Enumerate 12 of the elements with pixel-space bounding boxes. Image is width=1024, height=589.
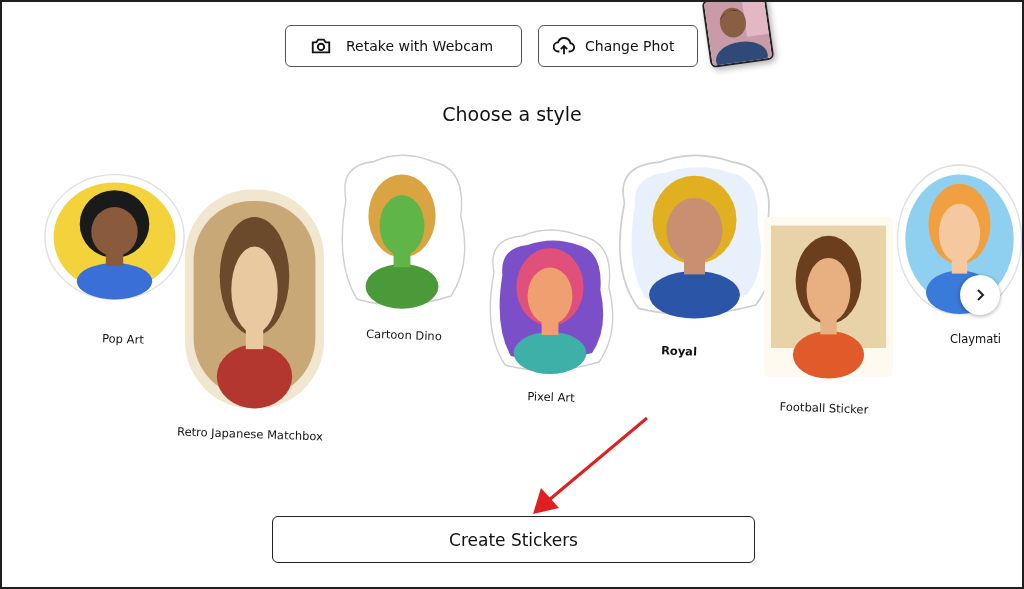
style-label[interactable]: Retro Japanese Matchbox bbox=[176, 424, 324, 444]
create-button[interactable]: Create Stickers bbox=[272, 516, 755, 563]
style-label[interactable]: Cartoon Dino bbox=[365, 326, 443, 344]
upload-icon bbox=[553, 35, 575, 57]
style-label[interactable]: Football Sticker bbox=[779, 399, 869, 417]
section-title: Choose a style bbox=[441, 102, 583, 127]
action-button[interactable]: Change Phot bbox=[538, 25, 698, 67]
style-label[interactable]: Royal bbox=[660, 343, 698, 359]
style-label[interactable]: Claymati bbox=[950, 332, 1002, 346]
style-label[interactable]: Pop Art bbox=[101, 331, 145, 347]
action-button[interactable]: Retake with Webcam bbox=[285, 25, 522, 67]
style-label[interactable]: Pixel Art bbox=[527, 389, 575, 405]
